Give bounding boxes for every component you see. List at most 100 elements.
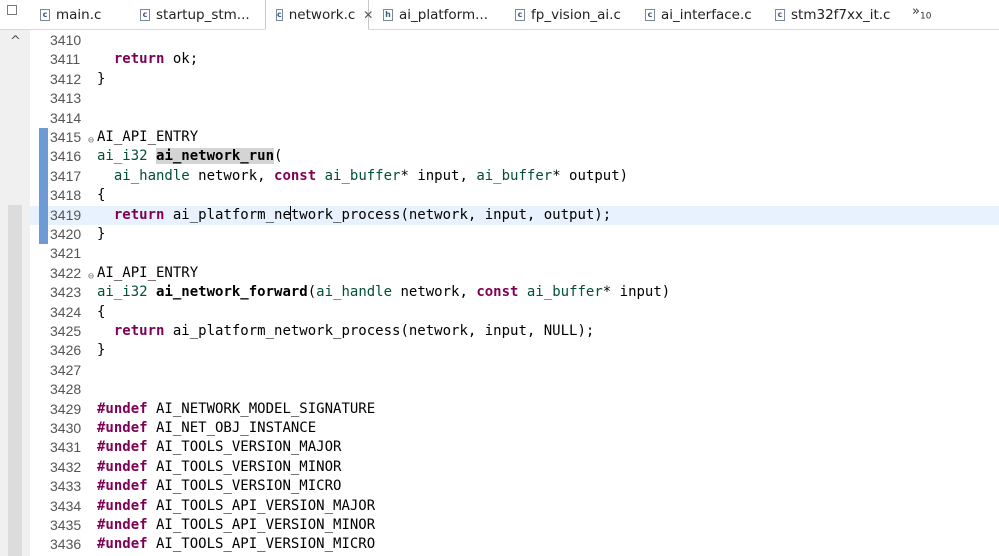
code-editor[interactable]: 3410 3411 return ok; 3412} 3413 3414 3415 ⊖ AI_… <box>30 30 999 556</box>
token-kw: #undef <box>97 458 148 475</box>
tab-network-c[interactable]: c network.c ✕ <box>265 0 373 30</box>
token-text: } <box>97 226 106 242</box>
line-code: #undef AI_NET_OBJ_INSTANCE <box>97 419 316 438</box>
code-line[interactable]: 3429 #undef AI_NETWORK_MODEL_SIGNATURE <box>30 400 999 419</box>
line-code: } <box>97 70 105 89</box>
code-line[interactable]: 3431 #undef AI_TOOLS_VERSION_MAJOR <box>30 438 999 457</box>
code-line[interactable]: 3430 #undef AI_NET_OBJ_INSTANCE <box>30 419 999 438</box>
code-line[interactable]: 3433 #undef AI_TOOLS_VERSION_MICRO <box>30 477 999 496</box>
code-line[interactable]: 3419 return ai_platform_network_process(… <box>30 205 999 225</box>
line-code: #undef AI_TOOLS_API_VERSION_MINOR <box>97 516 375 535</box>
token-text: ( <box>274 148 283 165</box>
side-scrollbar[interactable] <box>8 205 22 556</box>
code-line[interactable]: 3418 { <box>30 186 999 206</box>
code-line[interactable]: 3427 <box>30 361 999 380</box>
token-text: ai_platform_ne <box>164 206 291 223</box>
c-file-icon: c <box>515 9 525 21</box>
code-line[interactable]: 3423 ai_i32 ai_network_forward(ai_handle … <box>30 283 999 302</box>
tab-ai-interface-c[interactable]: c ai_interface.c <box>635 0 761 30</box>
code-line[interactable]: 3428 <box>30 380 999 399</box>
code-line[interactable]: 3426} <box>30 341 999 360</box>
token-text: } <box>97 70 106 87</box>
line-code: AI_API_ENTRY <box>97 264 198 283</box>
code-line[interactable]: 3415 ⊖ AI_API_ENTRY <box>30 128 999 148</box>
token-kw: #undef <box>97 439 148 456</box>
token-ty: ai_handle <box>316 284 393 301</box>
tab-startup-stm[interactable]: c startup_stm... <box>130 0 260 30</box>
token-text: AI_TOOLS_VERSION_MINOR <box>147 458 342 475</box>
occurrence-marker <box>39 225 48 245</box>
token-text: AI_TOOLS_VERSION_MAJOR <box>147 439 342 456</box>
line-number: 3430 <box>50 420 82 436</box>
left-side-panel: ^ <box>0 30 31 556</box>
occurrence-marker <box>39 128 48 148</box>
code-line[interactable]: 3411 return ok; <box>30 50 999 69</box>
code-line[interactable]: 3420} <box>30 225 999 245</box>
code-line[interactable]: 3414 <box>30 109 999 128</box>
line-code: AI_API_ENTRY <box>97 128 198 147</box>
tab-label: ai_platform... <box>399 7 489 23</box>
line-code: { <box>97 303 105 322</box>
code-line[interactable]: 3410 <box>30 31 999 50</box>
code-line[interactable]: 3425 return ai_platform_network_process(… <box>30 322 999 341</box>
code-line[interactable]: 3416 ai_i32 ai_network_run( <box>30 147 999 167</box>
code-line[interactable]: 3417 ai_handle network, const ai_buffer*… <box>30 166 999 187</box>
token-text: AI_TOOLS_API_VERSION_MAJOR <box>147 497 376 514</box>
line-number: 3414 <box>50 109 82 126</box>
token-ty: ai_i32 <box>97 148 148 165</box>
tab-ai-platform[interactable]: h ai_platform... <box>373 0 501 30</box>
close-tab-icon[interactable]: ✕ <box>363 8 373 22</box>
token-kw: return <box>113 323 165 339</box>
code-line[interactable]: 3435 #undef AI_TOOLS_API_VERSION_MINOR <box>30 516 999 535</box>
tab-overflow-button[interactable]: »10 <box>912 4 931 22</box>
code-line[interactable]: 3436 #undef AI_TOOLS_API_VERSION_MICRO <box>30 535 999 554</box>
token-ty: ai_handle <box>113 167 190 184</box>
occurrence-marker <box>39 205 48 225</box>
line-code: #undef AI_TOOLS_VERSION_MINOR <box>97 458 341 477</box>
line-number: 3416 <box>50 148 82 165</box>
occurrence-marker <box>39 166 48 187</box>
line-number: 3419 <box>50 206 82 223</box>
line-number: 3429 <box>50 400 82 417</box>
token-text: ok; <box>164 51 199 68</box>
minimize-icon[interactable] <box>7 5 17 15</box>
collapse-chevron-icon[interactable]: ^ <box>10 34 21 49</box>
tab-label: main.c <box>56 7 102 23</box>
code-line[interactable]: 3432 #undef AI_TOOLS_VERSION_MINOR <box>30 458 999 477</box>
token-ty: ai_i32 <box>97 284 148 301</box>
token-kw: #undef <box>97 517 148 533</box>
code-line[interactable]: 3434 #undef AI_TOOLS_API_VERSION_MAJOR <box>30 497 999 516</box>
token-text: twork_process(network, input, output); <box>290 206 612 223</box>
line-code: { <box>97 186 105 205</box>
tab-stm32f7xx-it-c[interactable]: c stm32f7xx_it.c <box>765 0 895 30</box>
line-code: #undef AI_TOOLS_VERSION_MAJOR <box>97 438 341 457</box>
code-line[interactable]: 3413 <box>30 89 999 108</box>
tab-label: startup_stm... <box>156 7 250 23</box>
editor-tab-bar: c main.c c startup_stm... c network.c ✕ h ai_pla… <box>0 0 999 30</box>
token-fn: ai_network_forward <box>156 284 308 301</box>
line-number: 3432 <box>50 458 82 475</box>
line-number: 3412 <box>50 70 82 87</box>
code-line[interactable]: 3424 { <box>30 303 999 322</box>
token-text: ( <box>307 284 317 301</box>
line-number: 3426 <box>50 342 82 359</box>
token-kw: #undef <box>97 536 148 553</box>
tab-fp-vision-ai-c[interactable]: c fp_vision_ai.c <box>505 0 631 30</box>
code-line[interactable]: 3421 <box>30 244 999 263</box>
line-number: 3431 <box>50 439 82 456</box>
line-number: 3435 <box>50 517 82 533</box>
c-file-icon: c <box>645 9 655 21</box>
code-line[interactable]: 3412} <box>30 70 999 89</box>
line-code: #undef AI_TOOLS_API_VERSION_MICRO <box>97 535 375 554</box>
code-line[interactable]: 3422 ⊖ AI_API_ENTRY <box>30 264 999 283</box>
line-number: 3410 <box>50 32 82 48</box>
token-text: ai_platform_network_process(network, inp… <box>164 323 595 339</box>
line-number: 3417 <box>50 167 82 184</box>
line-code: #undef AI_TOOLS_VERSION_MICRO <box>97 477 341 496</box>
tab-main-c[interactable]: c main.c <box>30 0 126 30</box>
token-text: * output) <box>552 167 629 184</box>
